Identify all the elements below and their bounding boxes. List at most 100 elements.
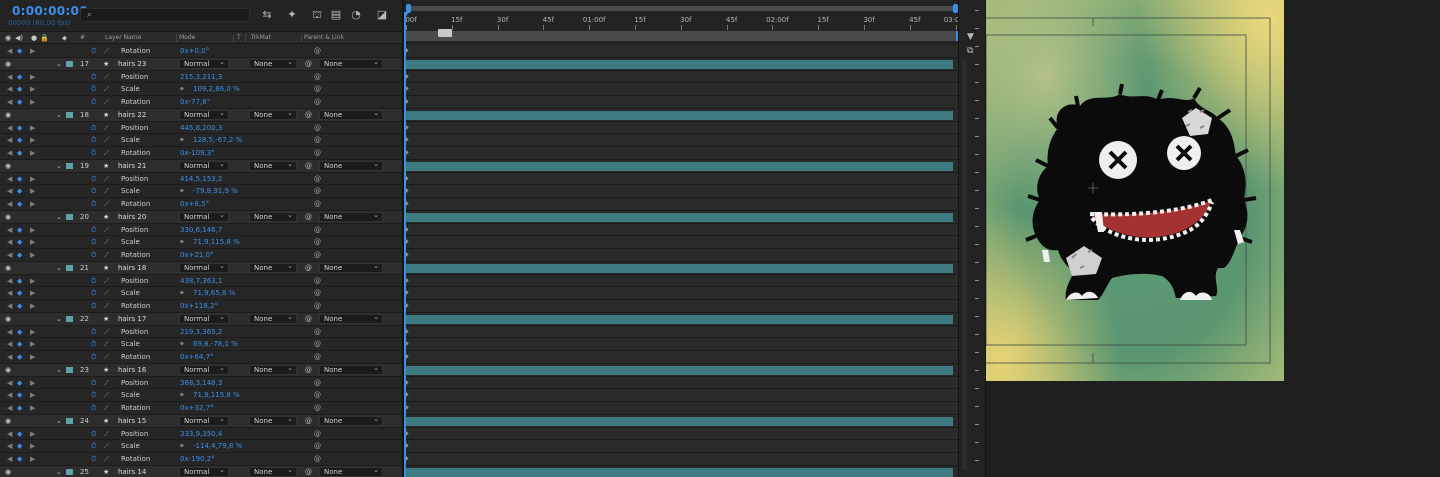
parent-dropdown[interactable]: None [319, 415, 383, 426]
stopwatch-icon[interactable]: ⏱ [91, 83, 96, 95]
audio-switch-icon[interactable]: ◀) [15, 32, 23, 44]
layer-name[interactable]: hairs 20 [118, 211, 146, 223]
label-color-swatch[interactable] [66, 417, 73, 424]
keyframe-toggle-icon[interactable]: ◆ [17, 45, 22, 57]
graph-icon[interactable]: ⟋ [104, 389, 109, 401]
frame-blend-icon[interactable]: ▤ [329, 8, 343, 22]
layer-duration-bar[interactable] [406, 59, 953, 69]
visibility-eye-icon[interactable]: ◉ [5, 262, 11, 274]
property-value[interactable]: 0x+8,5° [180, 198, 209, 210]
playhead-handle[interactable] [404, 12, 409, 18]
stopwatch-icon[interactable]: ⏱ [91, 300, 96, 312]
layer-row[interactable]: ◉ ⌄ 20 ★ hairs 20 Normal None @ None [0, 210, 402, 224]
visibility-eye-icon[interactable]: ◉ [5, 364, 11, 376]
keyframe-prev-icon[interactable]: ◀ [7, 402, 12, 414]
property-value[interactable]: 0x-77,8° [180, 96, 210, 108]
expression-pickwhip-icon[interactable]: @ [314, 134, 321, 146]
layer-row[interactable]: ◉ ⌄ 23 ★ hairs 16 Normal None @ None [0, 363, 402, 377]
keyframe-prev-icon[interactable]: ◀ [7, 173, 12, 185]
keyframe-next-icon[interactable]: ▶ [30, 173, 35, 185]
keyframe-prev-icon[interactable]: ◀ [7, 198, 12, 210]
expression-pickwhip-icon[interactable]: @ [314, 275, 321, 287]
layer-name[interactable]: hairs 15 [118, 415, 146, 427]
property-value[interactable]: 0x+118,2° [180, 300, 218, 312]
graph-icon[interactable]: ⟋ [104, 83, 109, 95]
graph-icon[interactable]: ⟋ [104, 122, 109, 134]
stopwatch-icon[interactable]: ⏱ [91, 287, 96, 299]
expression-pickwhip-icon[interactable]: @ [314, 338, 321, 350]
property-value[interactable]: 438,7,363,1 [180, 275, 222, 287]
graph-icon[interactable]: ⟋ [104, 173, 109, 185]
track-matte-dropdown[interactable]: None [249, 160, 297, 171]
keyframe-toggle-icon[interactable]: ◆ [17, 402, 22, 414]
layer-row[interactable]: ◉ ⌄ 24 ★ hairs 15 Normal None @ None [0, 414, 402, 428]
label-color-swatch[interactable] [66, 315, 73, 322]
stopwatch-icon[interactable]: ⏱ [91, 173, 96, 185]
expression-pickwhip-icon[interactable]: @ [314, 147, 321, 159]
parent-pickwhip-icon[interactable]: @ [305, 364, 312, 376]
comment-marker[interactable] [438, 29, 452, 37]
keyframe-prev-icon[interactable]: ◀ [7, 453, 12, 465]
parent-dropdown[interactable]: None [319, 211, 383, 222]
keyframe-next-icon[interactable]: ▶ [30, 224, 35, 236]
expression-pickwhip-icon[interactable]: @ [314, 185, 321, 197]
expression-pickwhip-icon[interactable]: @ [314, 440, 321, 452]
keyframe-toggle-icon[interactable]: ◆ [17, 224, 22, 236]
parent-dropdown[interactable]: None [319, 466, 383, 477]
expand-twirl-icon[interactable]: ⌄ [56, 364, 62, 376]
expression-pickwhip-icon[interactable]: @ [314, 377, 321, 389]
graph-icon[interactable]: ⟋ [104, 185, 109, 197]
keyframe-toggle-icon[interactable]: ◆ [17, 326, 22, 338]
expression-pickwhip-icon[interactable]: @ [314, 122, 321, 134]
layer-name[interactable]: hairs 16 [118, 364, 146, 376]
column-parent-link[interactable]: Parent & Link [304, 32, 344, 44]
stopwatch-icon[interactable]: ⏱ [91, 198, 96, 210]
stopwatch-icon[interactable]: ⏱ [91, 428, 96, 440]
keyframe-toggle-icon[interactable]: ◆ [17, 236, 22, 248]
graph-icon[interactable]: ⟋ [104, 45, 109, 57]
expression-pickwhip-icon[interactable]: @ [314, 453, 321, 465]
keyframe-toggle-icon[interactable]: ◆ [17, 275, 22, 287]
expression-pickwhip-icon[interactable]: @ [314, 351, 321, 363]
constrain-proportions-icon[interactable]: ⚭ [179, 389, 185, 401]
blend-mode-dropdown[interactable]: Normal [179, 466, 229, 477]
parent-pickwhip-icon[interactable]: @ [305, 466, 312, 477]
expand-twirl-icon[interactable]: ⌄ [56, 58, 62, 70]
layer-duration-bar[interactable] [406, 161, 953, 171]
keyframe-next-icon[interactable]: ▶ [30, 198, 35, 210]
constrain-proportions-icon[interactable]: ⚭ [179, 134, 185, 146]
stopwatch-icon[interactable]: ⏱ [91, 96, 96, 108]
property-value[interactable]: 109,2,86,0 % [193, 83, 240, 95]
stopwatch-icon[interactable]: ⏱ [91, 71, 96, 83]
property-value[interactable]: 0x+0,0° [180, 45, 209, 57]
keyframe-prev-icon[interactable]: ◀ [7, 389, 12, 401]
property-value[interactable]: 330,6,146,7 [180, 224, 222, 236]
keyframe-toggle-icon[interactable]: ◆ [17, 173, 22, 185]
keyframe-next-icon[interactable]: ▶ [30, 351, 35, 363]
keyframe-prev-icon[interactable]: ◀ [7, 45, 12, 57]
property-value[interactable]: 414,5,153,2 [180, 173, 222, 185]
layer-name[interactable]: hairs 18 [118, 262, 146, 274]
stopwatch-icon[interactable]: ⏱ [91, 402, 96, 414]
label-color-swatch[interactable] [66, 111, 73, 118]
layer-duration-bar[interactable] [406, 314, 953, 324]
track-matte-dropdown[interactable]: None [249, 109, 297, 120]
keyframe-toggle-icon[interactable]: ◆ [17, 300, 22, 312]
keyframe-prev-icon[interactable]: ◀ [7, 287, 12, 299]
expand-twirl-icon[interactable]: ⌄ [56, 160, 62, 172]
lock-switch-icon[interactable]: 🔒 [40, 32, 49, 44]
blend-mode-dropdown[interactable]: Normal [179, 109, 229, 120]
parent-pickwhip-icon[interactable]: @ [305, 211, 312, 223]
graph-icon[interactable]: ⟋ [104, 440, 109, 452]
blend-mode-dropdown[interactable]: Normal [179, 211, 229, 222]
track-matte-dropdown[interactable]: None [249, 364, 297, 375]
stopwatch-icon[interactable]: ⏱ [91, 134, 96, 146]
expression-pickwhip-icon[interactable]: @ [314, 96, 321, 108]
graph-icon[interactable]: ⟋ [104, 326, 109, 338]
keyframe-toggle-icon[interactable]: ◆ [17, 377, 22, 389]
draft-3d-icon[interactable]: ✦ [285, 8, 299, 22]
layer-duration-bar[interactable] [406, 212, 953, 222]
parent-dropdown[interactable]: None [319, 262, 383, 273]
stopwatch-icon[interactable]: ⏱ [91, 236, 96, 248]
shy-icon[interactable]: ⛫ [310, 8, 324, 22]
